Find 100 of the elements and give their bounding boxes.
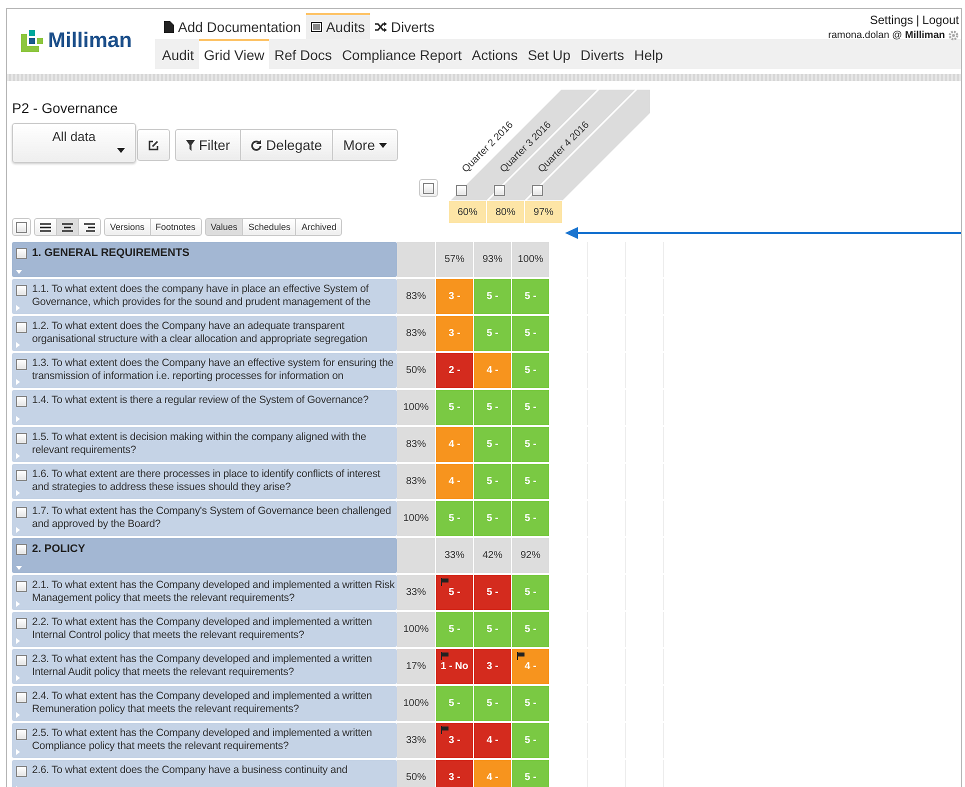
expand-toggle-icon[interactable] bbox=[16, 638, 20, 644]
section-score: 93% bbox=[474, 242, 512, 277]
row-checkbox[interactable] bbox=[16, 507, 27, 518]
section-header[interactable]: 2. POLICY bbox=[12, 538, 397, 573]
expand-toggle-icon[interactable] bbox=[16, 749, 20, 755]
nav-tab[interactable]: Add Documentation bbox=[159, 13, 306, 39]
percent-cell: 100% bbox=[397, 612, 436, 647]
nav-tab[interactable]: Compliance Report bbox=[336, 39, 467, 69]
row-checkbox[interactable] bbox=[16, 433, 27, 444]
nav-tab[interactable]: Actions bbox=[466, 39, 523, 69]
expand-toggle-icon[interactable] bbox=[16, 490, 20, 496]
nav-tab[interactable]: Diverts bbox=[576, 39, 630, 69]
row-checkbox[interactable] bbox=[16, 359, 27, 370]
question-row[interactable]: 1.1. To what extent does the company have in place an effective System of Governance, which provides for the sound and prudent management of the bbox=[12, 279, 397, 314]
question-text: 1.1. To what extent does the company have in place an effective System of Governance, which provides for the sound and prudent management of the bbox=[32, 283, 372, 309]
row-checkbox[interactable] bbox=[16, 581, 27, 592]
question-row[interactable]: 1.5. To what extent is decision making within the company aligned with the relevant requirements? bbox=[12, 427, 397, 462]
edit-button[interactable] bbox=[136, 129, 170, 161]
row-checkbox[interactable] bbox=[16, 618, 27, 629]
question-row[interactable]: 2.5. To what extent has the Company developed and implemented a written Compliance policy that meets the relevant requirements? bbox=[12, 723, 397, 758]
score-cell[interactable]: 2 - bbox=[436, 353, 474, 388]
section-title: 1. GENERAL REQUIREMENTS bbox=[32, 246, 190, 259]
checkbox[interactable] bbox=[16, 222, 27, 232]
logo[interactable]: Milliman bbox=[7, 9, 155, 73]
expand-toggle-icon[interactable] bbox=[16, 453, 20, 459]
percent-cell: 83% bbox=[397, 279, 436, 314]
toolbar-button[interactable]: Delegate bbox=[240, 129, 334, 161]
score-cell[interactable]: 3 - bbox=[474, 649, 512, 684]
nav-tab[interactable]: Help bbox=[629, 39, 668, 69]
score-cell[interactable]: 3 - bbox=[436, 723, 474, 758]
row-checkbox[interactable] bbox=[16, 544, 27, 555]
section-title: 2. POLICY bbox=[32, 542, 86, 555]
align-center-button[interactable] bbox=[56, 218, 79, 236]
row-checkbox[interactable] bbox=[16, 322, 27, 333]
align-center-icon bbox=[62, 222, 73, 232]
row-checkbox[interactable] bbox=[16, 766, 27, 777]
expand-toggle-icon[interactable] bbox=[16, 712, 20, 718]
nav-tab[interactable]: Diverts bbox=[370, 13, 440, 39]
expand-toggle-icon[interactable] bbox=[16, 342, 20, 348]
expand-toggle-icon[interactable] bbox=[16, 379, 20, 385]
row-checkbox[interactable] bbox=[16, 655, 27, 666]
expand-toggle-icon[interactable] bbox=[16, 675, 20, 681]
score-cell[interactable]: 5 - bbox=[436, 575, 474, 610]
column-checkbox[interactable] bbox=[456, 185, 467, 196]
expand-toggle-icon[interactable] bbox=[16, 566, 22, 570]
expand-toggle-icon[interactable] bbox=[16, 270, 22, 274]
view-select[interactable]: All data bbox=[12, 123, 136, 163]
settings-link[interactable]: Settings bbox=[870, 13, 914, 27]
nav-tab[interactable]: Grid View bbox=[198, 39, 270, 69]
more-button[interactable]: More bbox=[332, 129, 398, 161]
question-row[interactable]: 2.6. To what extent does the Company have a business continuity and bbox=[12, 760, 397, 787]
question-row[interactable]: 2.3. To what extent has the Company developed and implemented a written Internal Audit policy that meets the relevant requirements? bbox=[12, 649, 397, 684]
question-row[interactable]: 1.4. To what extent is there a regular review of the System of Governance? bbox=[12, 390, 397, 425]
expand-toggle-icon[interactable] bbox=[16, 416, 20, 422]
column-checkbox[interactable] bbox=[532, 185, 543, 196]
score-cell[interactable]: 3 - bbox=[436, 760, 474, 787]
settings-icon[interactable] bbox=[948, 30, 959, 41]
align-right-button[interactable] bbox=[78, 218, 101, 236]
view-toggle[interactable]: Schedules bbox=[242, 218, 296, 236]
expand-toggle-icon[interactable] bbox=[16, 527, 20, 533]
nav-tab[interactable]: Audit bbox=[157, 39, 199, 69]
nav-tab[interactable]: Set Up bbox=[522, 39, 576, 69]
align-left-button[interactable] bbox=[34, 218, 57, 236]
percent-cell: 100% bbox=[397, 501, 436, 536]
question-text: 1.2. To what extent does the Company have an adequate transparent organisational structure with a clear allocation and appropriate segregation bbox=[32, 320, 368, 346]
view-toggle[interactable]: Archived bbox=[295, 218, 342, 236]
select-column-button[interactable] bbox=[419, 179, 438, 197]
view-toggle[interactable]: Versions bbox=[104, 218, 151, 236]
question-row[interactable]: 2.2. To what extent has the Company developed and implemented a written Internal Control policy that meets the relevant requirements? bbox=[12, 612, 397, 647]
question-text: 2.1. To what extent has the Company developed and implemented a written Risk Management policy that meets the relevant requirements? bbox=[32, 579, 396, 605]
score-cell[interactable]: 4 - bbox=[474, 723, 512, 758]
question-row[interactable]: 1.3. To what extent does the Company have an effective system for ensuring the transmission of information i.e. reporting processes for information on bbox=[12, 353, 397, 388]
row-checkbox[interactable] bbox=[16, 470, 27, 481]
view-toggle[interactable]: Values bbox=[204, 218, 244, 236]
expand-toggle-icon[interactable] bbox=[16, 601, 20, 607]
section-header[interactable]: 1. GENERAL REQUIREMENTS bbox=[12, 242, 397, 277]
column-checkbox[interactable] bbox=[494, 185, 505, 196]
view-toggle[interactable]: Footnotes bbox=[150, 218, 202, 236]
row-checkbox[interactable] bbox=[16, 248, 27, 259]
question-row[interactable]: 1.7. To what extent has the Company's System of Governance been challenged and approved by the Board? bbox=[12, 501, 397, 536]
toolbar-button[interactable]: Filter bbox=[174, 129, 242, 161]
nav-tab[interactable]: Audits bbox=[306, 13, 370, 39]
question-row[interactable]: 2.4. To what extent has the Company developed and implemented a written Remuneration policy that meets the relevant requirements? bbox=[12, 686, 397, 721]
score-cell[interactable]: 1 - No bbox=[436, 649, 474, 684]
logout-link[interactable]: Logout bbox=[922, 13, 959, 27]
question-row[interactable]: 2.1. To what extent has the Company developed and implemented a written Risk Management policy that meets the relevant requirements? bbox=[12, 575, 397, 610]
row-checkbox[interactable] bbox=[16, 285, 27, 296]
row-checkbox[interactable] bbox=[16, 396, 27, 407]
question-row[interactable]: 1.6. To what extent are there processes in place to identify conflicts of interest and strategies to address these issues should they arise? bbox=[12, 464, 397, 499]
nav-tab[interactable]: Ref Docs bbox=[269, 39, 337, 69]
percent-cell: 83% bbox=[397, 316, 436, 351]
question-row[interactable]: 1.2. To what extent does the Company have an adequate transparent organisational structure with a clear allocation and appropriate segregation bbox=[12, 316, 397, 351]
section-score: 33% bbox=[436, 538, 474, 573]
expand-toggle-icon[interactable] bbox=[16, 305, 20, 311]
row-checkbox[interactable] bbox=[16, 692, 27, 703]
row-checkbox[interactable] bbox=[16, 729, 27, 740]
percent-cell: 50% bbox=[397, 353, 436, 388]
checkbox[interactable] bbox=[423, 182, 434, 194]
select-all-button[interactable] bbox=[12, 218, 31, 236]
score-cell[interactable]: 5 - bbox=[474, 575, 512, 610]
